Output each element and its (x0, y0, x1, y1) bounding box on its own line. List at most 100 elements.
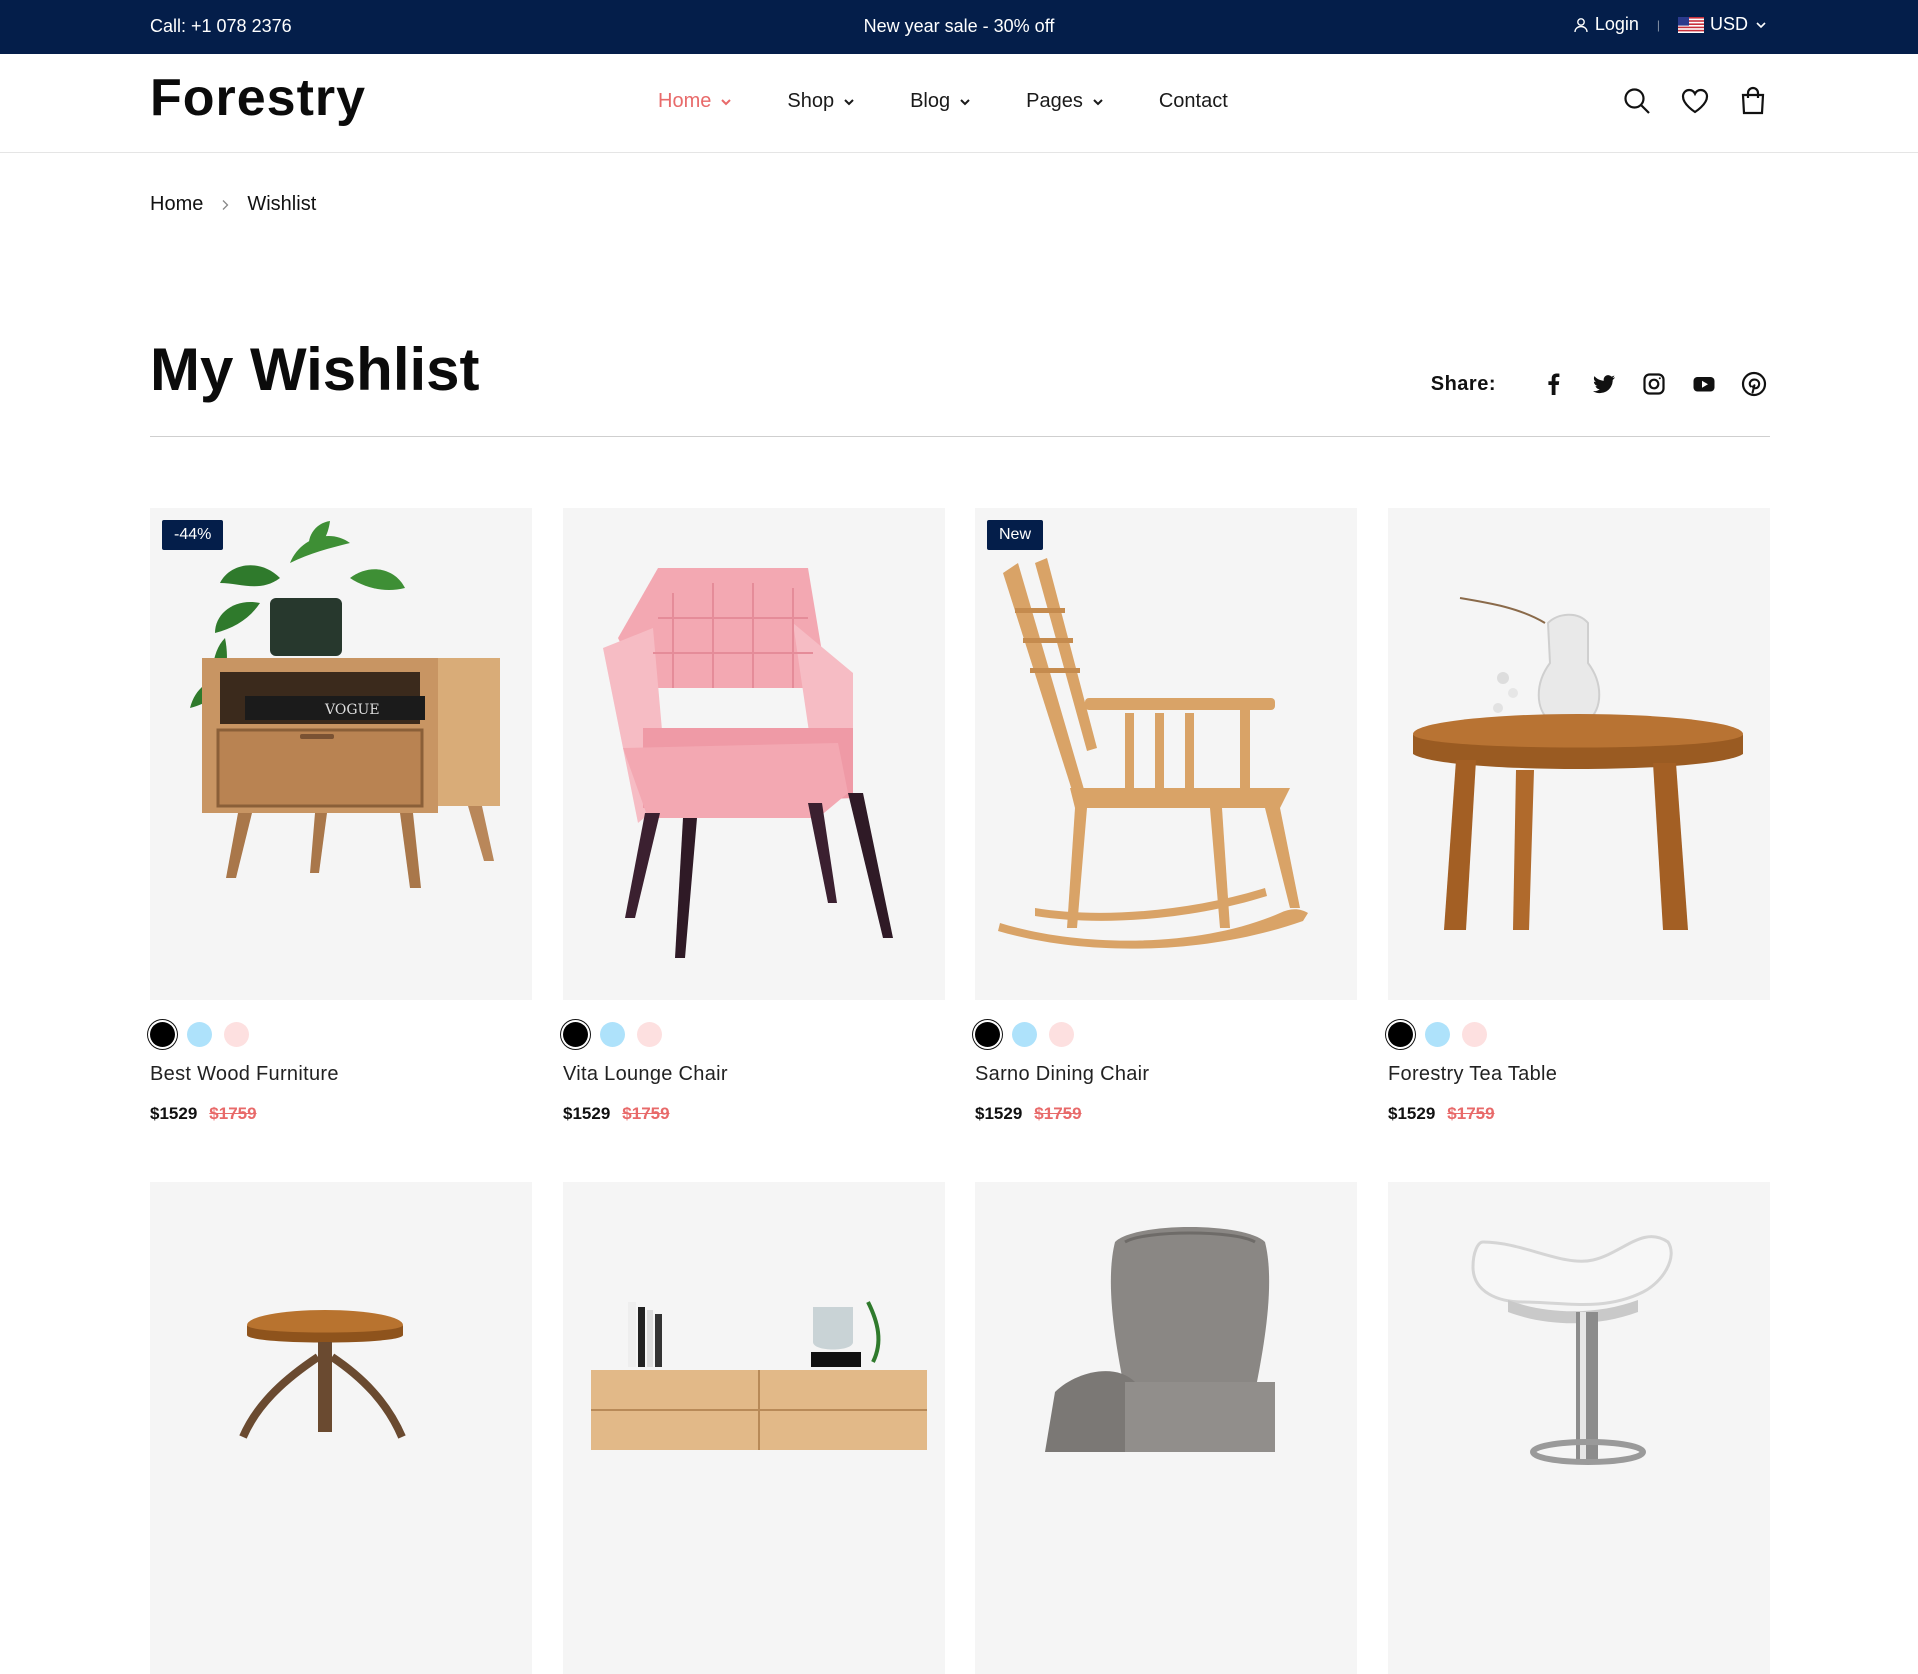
product-card[interactable] (150, 1182, 532, 1674)
chevron-right-icon (222, 199, 229, 210)
side-table-image: VOGUE (190, 521, 500, 888)
page-title: My Wishlist (150, 336, 480, 403)
chevron-down-icon (960, 98, 970, 105)
product-image[interactable]: New (975, 508, 1357, 1000)
product-card[interactable] (975, 1182, 1357, 1674)
product-name[interactable]: Forestry Tea Table (1388, 1063, 1770, 1086)
product-card[interactable]: New Sarno Dining Chair $1529 $1759 (975, 508, 1357, 1124)
search-icon[interactable] (1622, 86, 1652, 116)
top-bar: Call: +1 078 2376 New year sale - 30% of… (0, 0, 1918, 54)
breadcrumb-home[interactable]: Home (150, 193, 203, 216)
chevron-down-icon (1093, 98, 1103, 105)
divider (150, 436, 1770, 437)
color-swatches (975, 1022, 1357, 1047)
nav-label: Home (658, 90, 712, 112)
discount-badge: -44% (162, 520, 224, 550)
book-label: VOGUE (324, 702, 380, 718)
login-label: Login (1594, 14, 1639, 34)
product-price: $1529 $1759 (975, 1104, 1357, 1124)
divider: | (1656, 17, 1660, 32)
main-nav: Home Shop Blog Pages Contact (658, 90, 1282, 113)
swatch-black[interactable] (150, 1022, 175, 1047)
current-price: $1529 (563, 1104, 611, 1123)
product-card[interactable]: VOGUE -44% Best Wood Furniture $1529 $17… (150, 508, 532, 1124)
product-name[interactable]: Best Wood Furniture (150, 1063, 532, 1086)
chevron-down-icon (1756, 21, 1766, 28)
current-price: $1529 (975, 1104, 1023, 1123)
nav-item-home[interactable]: Home (658, 90, 733, 113)
armchair-image (1045, 1227, 1275, 1452)
nav-item-blog[interactable]: Blog (910, 90, 972, 113)
product-image[interactable] (563, 508, 945, 1000)
currency-label: USD (1709, 14, 1748, 34)
nav-label: Blog (910, 90, 951, 112)
color-swatches (150, 1022, 532, 1047)
product-card[interactable]: Vita Lounge Chair $1529 $1759 (563, 508, 945, 1124)
pinterest-icon[interactable] (1740, 370, 1768, 398)
share-label: Share: (1430, 372, 1496, 395)
product-image[interactable] (975, 1182, 1357, 1674)
saddle-stool-image (1471, 1235, 1673, 1465)
site-logo[interactable]: Forestry (150, 68, 366, 128)
swatch-blue[interactable] (1012, 1022, 1037, 1047)
chevron-down-icon (721, 98, 732, 105)
header-actions (1622, 86, 1768, 116)
currency-selector[interactable]: USD (1677, 14, 1768, 35)
swatch-blue[interactable] (187, 1022, 212, 1047)
nav-item-contact[interactable]: Contact (1159, 90, 1228, 113)
rocking-chair-image (998, 558, 1308, 949)
heart-icon[interactable] (1680, 86, 1710, 116)
sideboard-image (591, 1301, 927, 1450)
product-card[interactable] (563, 1182, 945, 1674)
nav-item-pages[interactable]: Pages (1026, 90, 1105, 113)
bag-icon[interactable] (1738, 86, 1768, 116)
us-flag-icon (1677, 16, 1704, 33)
old-price: $1759 (622, 1104, 670, 1123)
twitter-icon[interactable] (1590, 370, 1618, 398)
product-name[interactable]: Sarno Dining Chair (975, 1063, 1357, 1086)
product-image[interactable] (150, 1182, 532, 1674)
product-name[interactable]: Vita Lounge Chair (563, 1063, 945, 1086)
swatch-pink[interactable] (637, 1022, 662, 1047)
facebook-icon[interactable] (1540, 370, 1568, 398)
login-link[interactable]: Login (1573, 14, 1639, 35)
product-price: $1529 $1759 (150, 1104, 532, 1124)
nav-label: Shop (787, 90, 835, 112)
old-price: $1759 (1447, 1104, 1495, 1123)
swatch-black[interactable] (563, 1022, 588, 1047)
share-bar: Share: (1431, 370, 1768, 398)
nav-item-shop[interactable]: Shop (787, 90, 856, 113)
tea-table-image (1413, 597, 1743, 930)
new-badge: New (987, 520, 1044, 550)
product-image[interactable] (1388, 1182, 1770, 1674)
swatch-blue[interactable] (600, 1022, 625, 1047)
product-card[interactable]: Forestry Tea Table $1529 $1759 (1388, 508, 1770, 1124)
old-price: $1759 (209, 1104, 257, 1123)
instagram-icon[interactable] (1640, 370, 1668, 398)
swatch-pink[interactable] (1462, 1022, 1487, 1047)
current-price: $1529 (150, 1104, 198, 1123)
swatch-blue[interactable] (1425, 1022, 1450, 1047)
bar-stool-image (239, 1310, 406, 1439)
color-swatches (1388, 1022, 1770, 1047)
product-image[interactable] (563, 1182, 945, 1674)
site-header: Forestry Home Shop Blog Pages Contact (0, 54, 1918, 153)
color-swatches (563, 1022, 945, 1047)
old-price: $1759 (1034, 1104, 1082, 1123)
product-image[interactable]: VOGUE -44% (150, 508, 532, 1000)
lounge-chair-image (603, 568, 893, 958)
nav-label: Pages (1026, 90, 1083, 112)
product-image[interactable] (1388, 508, 1770, 1000)
product-price: $1529 $1759 (1388, 1104, 1770, 1124)
chevron-down-icon (844, 98, 854, 105)
phone-number[interactable]: Call: +1 078 2376 (150, 16, 292, 37)
current-price: $1529 (1388, 1104, 1436, 1123)
swatch-pink[interactable] (224, 1022, 249, 1047)
youtube-icon[interactable] (1690, 370, 1718, 398)
swatch-black[interactable] (975, 1022, 1000, 1047)
swatch-pink[interactable] (1049, 1022, 1074, 1047)
product-price: $1529 $1759 (563, 1104, 945, 1124)
product-card[interactable] (1388, 1182, 1770, 1674)
top-bar-actions: Login | USD (1573, 14, 1768, 35)
swatch-black[interactable] (1388, 1022, 1413, 1047)
